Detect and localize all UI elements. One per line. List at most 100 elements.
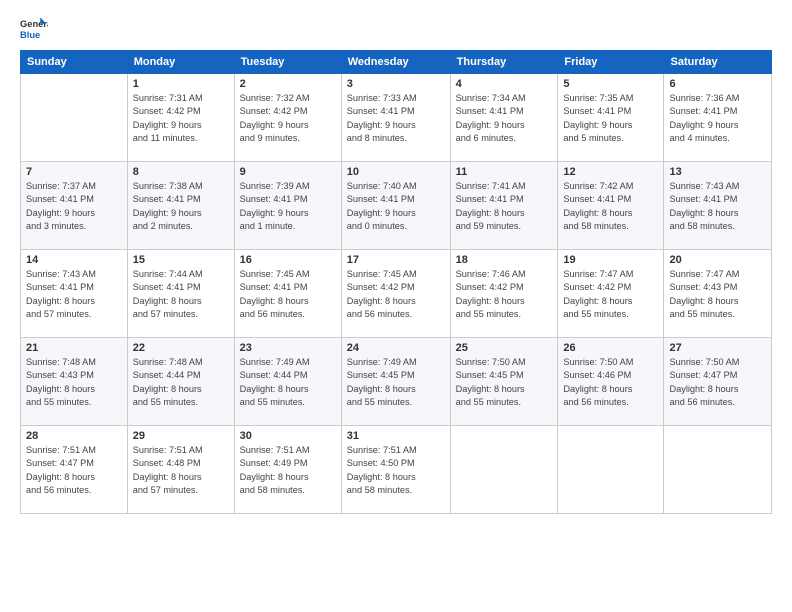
cell-info: Sunrise: 7:43 AMSunset: 4:41 PMDaylight:… — [26, 268, 122, 321]
cell-day-number: 31 — [347, 430, 445, 442]
header: GeneralBlue — [20, 16, 772, 44]
cell-day-number: 27 — [669, 342, 766, 354]
week-row: 1Sunrise: 7:31 AMSunset: 4:42 PMDaylight… — [21, 74, 772, 162]
cell-info: Sunrise: 7:36 AMSunset: 4:41 PMDaylight:… — [669, 92, 766, 145]
calendar-cell: 10 Sunrise: 7:40 AMSunset: 4:41 PMDayligh… — [341, 162, 450, 250]
cell-day-number: 2 — [240, 78, 336, 90]
calendar-cell: 13 Sunrise: 7:43 AMSunset: 4:41 PMDayligh… — [664, 162, 772, 250]
cell-info: Sunrise: 7:48 AMSunset: 4:43 PMDaylight:… — [26, 356, 122, 409]
week-row: 7 Sunrise: 7:37 AMSunset: 4:41 PMDaylight… — [21, 162, 772, 250]
cell-info: Sunrise: 7:51 AMSunset: 4:50 PMDaylight:… — [347, 444, 445, 497]
cell-day-number: 11 — [456, 166, 553, 178]
cell-day-number: 5 — [563, 78, 658, 90]
cell-info: Sunrise: 7:51 AMSunset: 4:48 PMDaylight:… — [133, 444, 229, 497]
cell-info: Sunrise: 7:42 AMSunset: 4:41 PMDaylight:… — [563, 180, 658, 233]
calendar-cell: 30 Sunrise: 7:51 AMSunset: 4:49 PMDayligh… — [234, 426, 341, 514]
calendar-cell: 14 Sunrise: 7:43 AMSunset: 4:41 PMDayligh… — [21, 250, 128, 338]
header-day-wednesday: Wednesday — [341, 51, 450, 74]
calendar-cell: 4Sunrise: 7:34 AMSunset: 4:41 PMDaylight… — [450, 74, 558, 162]
calendar-cell: 24Sunrise: 7:49 AMSunset: 4:45 PMDayligh… — [341, 338, 450, 426]
cell-day-number: 10 — [347, 166, 445, 178]
cell-info: Sunrise: 7:33 AMSunset: 4:41 PMDaylight:… — [347, 92, 445, 145]
cell-day-number: 21 — [26, 342, 122, 354]
cell-info: Sunrise: 7:40 AMSunset: 4:41 PMDaylight:… — [347, 180, 445, 233]
cell-day-number: 30 — [240, 430, 336, 442]
calendar-cell: 17 Sunrise: 7:45 AMSunset: 4:42 PMDayligh… — [341, 250, 450, 338]
calendar-cell: 8Sunrise: 7:38 AMSunset: 4:41 PMDaylight… — [127, 162, 234, 250]
calendar-cell: 19 Sunrise: 7:47 AMSunset: 4:42 PMDayligh… — [558, 250, 664, 338]
calendar-cell: 18 Sunrise: 7:46 AMSunset: 4:42 PMDayligh… — [450, 250, 558, 338]
header-day-friday: Friday — [558, 51, 664, 74]
cell-day-number: 14 — [26, 254, 122, 266]
cell-day-number: 7 — [26, 166, 122, 178]
header-day-sunday: Sunday — [21, 51, 128, 74]
calendar-cell: 21 Sunrise: 7:48 AMSunset: 4:43 PMDayligh… — [21, 338, 128, 426]
calendar-cell — [664, 426, 772, 514]
cell-info: Sunrise: 7:45 AMSunset: 4:42 PMDaylight:… — [347, 268, 445, 321]
cell-info: Sunrise: 7:46 AMSunset: 4:42 PMDaylight:… — [456, 268, 553, 321]
calendar-cell: 27Sunrise: 7:50 AMSunset: 4:47 PMDayligh… — [664, 338, 772, 426]
calendar-table: SundayMondayTuesdayWednesdayThursdayFrid… — [20, 50, 772, 514]
cell-day-number: 20 — [669, 254, 766, 266]
calendar-cell: 28 Sunrise: 7:51 AMSunset: 4:47 PMDayligh… — [21, 426, 128, 514]
calendar-cell: 6 Sunrise: 7:36 AMSunset: 4:41 PMDaylight… — [664, 74, 772, 162]
cell-info: Sunrise: 7:43 AMSunset: 4:41 PMDaylight:… — [669, 180, 766, 233]
cell-day-number: 1 — [133, 78, 229, 90]
cell-day-number: 6 — [669, 78, 766, 90]
cell-day-number: 28 — [26, 430, 122, 442]
cell-day-number: 13 — [669, 166, 766, 178]
cell-day-number: 19 — [563, 254, 658, 266]
cell-day-number: 16 — [240, 254, 336, 266]
calendar-cell — [21, 74, 128, 162]
calendar-cell: 16 Sunrise: 7:45 AMSunset: 4:41 PMDayligh… — [234, 250, 341, 338]
page: GeneralBlue SundayMondayTuesdayWednesday… — [0, 0, 792, 612]
calendar-cell: 25 Sunrise: 7:50 AMSunset: 4:45 PMDayligh… — [450, 338, 558, 426]
svg-text:Blue: Blue — [20, 30, 40, 40]
cell-info: Sunrise: 7:51 AMSunset: 4:49 PMDaylight:… — [240, 444, 336, 497]
cell-info: Sunrise: 7:44 AMSunset: 4:41 PMDaylight:… — [133, 268, 229, 321]
calendar-cell: 7 Sunrise: 7:37 AMSunset: 4:41 PMDaylight… — [21, 162, 128, 250]
cell-info: Sunrise: 7:51 AMSunset: 4:47 PMDaylight:… — [26, 444, 122, 497]
calendar-cell: 15 Sunrise: 7:44 AMSunset: 4:41 PMDayligh… — [127, 250, 234, 338]
calendar-cell: 23Sunrise: 7:49 AMSunset: 4:44 PMDayligh… — [234, 338, 341, 426]
cell-day-number: 15 — [133, 254, 229, 266]
calendar-cell: 1Sunrise: 7:31 AMSunset: 4:42 PMDaylight… — [127, 74, 234, 162]
calendar-cell — [450, 426, 558, 514]
header-day-tuesday: Tuesday — [234, 51, 341, 74]
week-row: 28 Sunrise: 7:51 AMSunset: 4:47 PMDayligh… — [21, 426, 772, 514]
calendar-cell: 20 Sunrise: 7:47 AMSunset: 4:43 PMDayligh… — [664, 250, 772, 338]
week-row: 21 Sunrise: 7:48 AMSunset: 4:43 PMDayligh… — [21, 338, 772, 426]
cell-info: Sunrise: 7:35 AMSunset: 4:41 PMDaylight:… — [563, 92, 658, 145]
cell-day-number: 22 — [133, 342, 229, 354]
week-row: 14 Sunrise: 7:43 AMSunset: 4:41 PMDayligh… — [21, 250, 772, 338]
cell-day-number: 4 — [456, 78, 553, 90]
header-row: SundayMondayTuesdayWednesdayThursdayFrid… — [21, 51, 772, 74]
calendar-cell: 11 Sunrise: 7:41 AMSunset: 4:41 PMDayligh… — [450, 162, 558, 250]
cell-day-number: 17 — [347, 254, 445, 266]
logo-icon: GeneralBlue — [20, 16, 48, 44]
calendar-cell: 5 Sunrise: 7:35 AMSunset: 4:41 PMDaylight… — [558, 74, 664, 162]
calendar-cell: 2Sunrise: 7:32 AMSunset: 4:42 PMDaylight… — [234, 74, 341, 162]
cell-info: Sunrise: 7:49 AMSunset: 4:45 PMDaylight:… — [347, 356, 445, 409]
calendar-cell — [558, 426, 664, 514]
cell-info: Sunrise: 7:47 AMSunset: 4:42 PMDaylight:… — [563, 268, 658, 321]
cell-day-number: 8 — [133, 166, 229, 178]
header-day-monday: Monday — [127, 51, 234, 74]
cell-info: Sunrise: 7:41 AMSunset: 4:41 PMDaylight:… — [456, 180, 553, 233]
cell-day-number: 25 — [456, 342, 553, 354]
cell-day-number: 18 — [456, 254, 553, 266]
cell-info: Sunrise: 7:50 AMSunset: 4:46 PMDaylight:… — [563, 356, 658, 409]
cell-info: Sunrise: 7:50 AMSunset: 4:45 PMDaylight:… — [456, 356, 553, 409]
cell-day-number: 29 — [133, 430, 229, 442]
cell-info: Sunrise: 7:47 AMSunset: 4:43 PMDaylight:… — [669, 268, 766, 321]
calendar-cell: 12 Sunrise: 7:42 AMSunset: 4:41 PMDayligh… — [558, 162, 664, 250]
cell-day-number: 26 — [563, 342, 658, 354]
cell-info: Sunrise: 7:45 AMSunset: 4:41 PMDaylight:… — [240, 268, 336, 321]
header-day-thursday: Thursday — [450, 51, 558, 74]
cell-info: Sunrise: 7:37 AMSunset: 4:41 PMDaylight:… — [26, 180, 122, 233]
calendar-cell: 26 Sunrise: 7:50 AMSunset: 4:46 PMDayligh… — [558, 338, 664, 426]
cell-day-number: 12 — [563, 166, 658, 178]
cell-info: Sunrise: 7:48 AMSunset: 4:44 PMDaylight:… — [133, 356, 229, 409]
cell-info: Sunrise: 7:39 AMSunset: 4:41 PMDaylight:… — [240, 180, 336, 233]
svg-text:General: General — [20, 19, 48, 29]
